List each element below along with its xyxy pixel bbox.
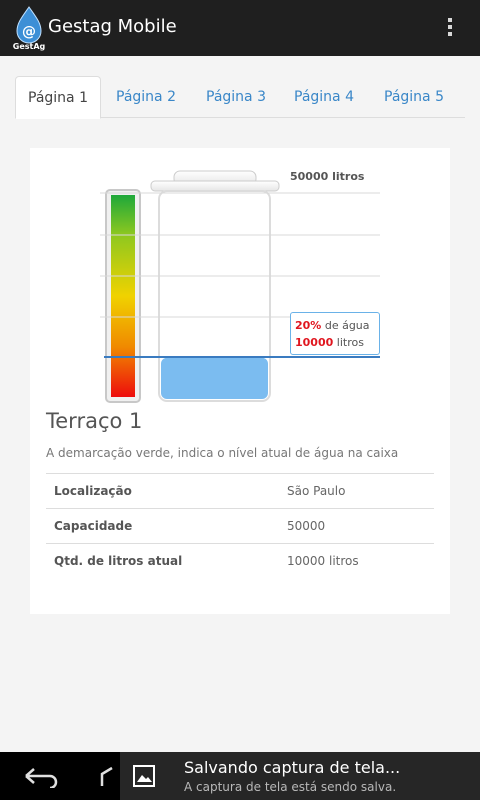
tab-pagina-2[interactable]: Página 2: [107, 76, 185, 118]
tank-title: Terraço 1: [46, 409, 143, 433]
row-value-qtd-litros: 10000 litros: [279, 543, 434, 579]
notification-title: Salvando captura de tela...: [184, 758, 401, 777]
svg-text:@: @: [22, 24, 36, 40]
action-bar: @ GestAg Gestag Mobile: [0, 0, 480, 56]
app-title: Gestag Mobile: [48, 16, 177, 37]
tooltip-liters: 10000: [295, 336, 334, 349]
tank-lid: [150, 180, 280, 192]
back-icon[interactable]: [22, 764, 58, 788]
table-row: Qtd. de litros atual 10000 litros: [46, 543, 434, 579]
gestag-logo-icon[interactable]: @ GestAg: [12, 5, 46, 51]
water-level-gauge: [100, 170, 380, 403]
tank-card: 50000 litros 20% de água 10000 litros Te…: [30, 148, 450, 614]
tooltip-percent-suffix: de água: [321, 319, 370, 332]
tank-description: A demarcação verde, indica o nível atual…: [46, 446, 399, 460]
screenshot-notification[interactable]: Salvando captura de tela... A captura de…: [120, 752, 480, 800]
tab-bar: Página 1 Página 2 Página 3 Página 4 Pági…: [15, 76, 465, 119]
water-fill: [161, 357, 268, 399]
row-label-capacidade: Capacidade: [46, 508, 279, 544]
table-row: Localização São Paulo: [46, 473, 434, 509]
tank-info-table: Localização São Paulo Capacidade 50000 Q…: [46, 473, 434, 579]
level-scale-gradient: [111, 195, 135, 397]
tooltip-percent: 20%: [295, 319, 322, 332]
table-row: Capacidade 50000: [46, 508, 434, 544]
capacity-label: 50000 litros: [290, 170, 365, 183]
tooltip-liters-suffix: litros: [333, 336, 364, 349]
overflow-menu-icon[interactable]: [446, 18, 454, 40]
image-icon: [133, 765, 155, 787]
tab-pagina-5[interactable]: Página 5: [375, 76, 453, 118]
logo-text: GestAg: [13, 42, 46, 51]
row-value-localizacao: São Paulo: [279, 473, 434, 509]
tab-pagina-3[interactable]: Página 3: [197, 76, 275, 118]
level-tooltip: 20% de água 10000 litros: [290, 312, 380, 355]
notification-subtitle: A captura de tela está sendo salva.: [184, 780, 397, 794]
row-value-capacidade: 50000: [279, 508, 434, 544]
tab-pagina-4[interactable]: Página 4: [285, 76, 363, 118]
row-label-qtd-litros: Qtd. de litros atual: [46, 543, 279, 579]
row-label-localizacao: Localização: [46, 473, 279, 509]
tab-pagina-1[interactable]: Página 1: [15, 76, 101, 119]
